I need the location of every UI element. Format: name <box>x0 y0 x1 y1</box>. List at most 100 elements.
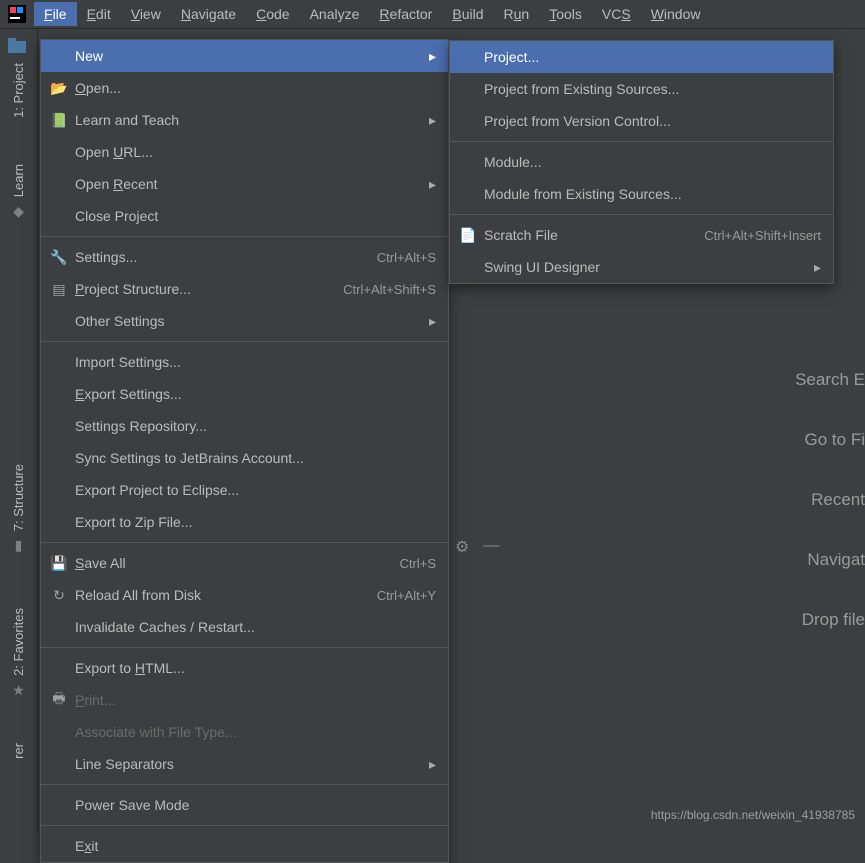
rail-tab-learn[interactable]: Learn ◆ <box>0 152 37 232</box>
menu-item-label: Other Settings <box>75 313 420 329</box>
menu-item-label: Export Project to Eclipse... <box>75 482 436 498</box>
menubar-code[interactable]: Code <box>246 2 299 26</box>
new-separator <box>450 214 833 215</box>
file-separator <box>41 825 448 826</box>
file-item-export-settings[interactable]: Export Settings... <box>41 378 448 410</box>
file-item-reload-all-from-disk[interactable]: ↻Reload All from DiskCtrl+Alt+Y <box>41 579 448 611</box>
new-submenu: Project... Project from Existing Sources.… <box>449 40 834 284</box>
menu-item-label: Sync Settings to JetBrains Account... <box>75 450 436 466</box>
rail-label: 2: Favorites <box>11 608 26 676</box>
file-item-sync-settings-to-jetbrains-account[interactable]: Sync Settings to JetBrains Account... <box>41 442 448 474</box>
rail-tab-project[interactable]: 1: Project <box>0 51 37 130</box>
file-item-export-project-to-eclipse[interactable]: Export Project to Eclipse... <box>41 474 448 506</box>
menu-item-label: Import Settings... <box>75 354 436 370</box>
menubar-window[interactable]: Window <box>641 2 711 26</box>
welcome-nav: Navigat <box>807 550 865 570</box>
file-separator <box>41 784 448 785</box>
file-menu: New▸📂Open...📗Learn and Teach▸Open URL...… <box>40 39 449 863</box>
chevron-right-icon: ▸ <box>805 259 821 276</box>
menubar-refactor[interactable]: Refactor <box>369 2 442 26</box>
file-item-learn-and-teach[interactable]: 📗 Learn and Teach▸ <box>41 104 448 136</box>
app-icon <box>8 5 26 23</box>
chevron-right-icon: ▸ <box>420 756 436 773</box>
editor-area: Search E Go to Fi Recent Navigat Drop fi… <box>449 280 865 832</box>
new-item-module[interactable]: Module... <box>450 146 833 178</box>
menu-item-label: Open URL... <box>75 144 436 160</box>
menubar-vcs[interactable]: VCS <box>592 2 641 26</box>
menu-item-label: Settings Repository... <box>75 418 436 434</box>
file-item-exit[interactable]: Exit <box>41 830 448 862</box>
file-item-close-project[interactable]: Close Project <box>41 200 448 232</box>
file-item-settings[interactable]: 🔧Settings...Ctrl+Alt+S <box>41 241 448 273</box>
file-item-export-to-html[interactable]: Export to HTML... <box>41 652 448 684</box>
menu-item-label: Module... <box>484 154 821 170</box>
shortcut-label: Ctrl+Alt+Shift+S <box>343 282 436 297</box>
minimize-icon[interactable]: — <box>483 537 499 557</box>
new-item-project[interactable]: Project... <box>450 41 833 73</box>
toolbar-small: ⚙ — <box>455 537 499 557</box>
welcome-goto: Go to Fi <box>805 430 865 450</box>
rail-label: 1: Project <box>11 63 26 118</box>
menu-item-icon: 🖶 <box>49 688 69 712</box>
chevron-right-icon: ▸ <box>420 48 436 65</box>
file-item-project-structure[interactable]: ▤Project Structure...Ctrl+Alt+Shift+S <box>41 273 448 305</box>
menubar-run[interactable]: Run <box>493 2 539 26</box>
menubar-file[interactable]: File <box>34 2 77 26</box>
menu-item-label: Scratch File <box>484 227 704 243</box>
learn-icon: ◆ <box>13 203 24 220</box>
left-rail: 1: Project Learn ◆ 7: Structure ▮ 2: Fav… <box>0 29 38 832</box>
menubar-analyze[interactable]: Analyze <box>300 2 370 26</box>
rail-tab-favorites[interactable]: 2: Favorites ★ <box>0 596 37 711</box>
menu-item-label: Project from Existing Sources... <box>484 81 821 97</box>
shortcut-label: Ctrl+Alt+Shift+Insert <box>704 228 821 243</box>
file-separator <box>41 542 448 543</box>
rail-tab-rer[interactable]: rer <box>0 731 37 771</box>
menu-item-label: Reload All from Disk <box>75 587 377 603</box>
file-item-import-settings[interactable]: Import Settings... <box>41 346 448 378</box>
menubar-navigate[interactable]: Navigate <box>171 2 246 26</box>
file-item-open-recent[interactable]: Open Recent▸ <box>41 168 448 200</box>
menu-item-label: Module from Existing Sources... <box>484 186 821 202</box>
file-item-power-save-mode[interactable]: Power Save Mode <box>41 789 448 821</box>
file-item-new[interactable]: New▸ <box>41 40 448 72</box>
chevron-right-icon: ▸ <box>420 112 436 129</box>
file-item-settings-repository[interactable]: Settings Repository... <box>41 410 448 442</box>
file-separator <box>41 647 448 648</box>
menubar-build[interactable]: Build <box>442 2 493 26</box>
new-item-project-from-version-control[interactable]: Project from Version Control... <box>450 105 833 137</box>
menu-item-icon: 📗 <box>49 112 69 129</box>
menu-item-label: Print... <box>75 692 436 708</box>
menu-item-label: Save All <box>75 555 400 571</box>
menu-item-label: Line Separators <box>75 756 420 772</box>
new-item-project-from-existing-sources[interactable]: Project from Existing Sources... <box>450 73 833 105</box>
file-item-export-to-zip-file[interactable]: Export to Zip File... <box>41 506 448 538</box>
menubar-tools[interactable]: Tools <box>539 2 592 26</box>
new-item-module-from-existing-sources[interactable]: Module from Existing Sources... <box>450 178 833 210</box>
new-item-swing-ui-designer[interactable]: Swing UI Designer▸ <box>450 251 833 283</box>
menu-item-label: Project Structure... <box>75 281 343 297</box>
new-item-scratch-file[interactable]: 📄Scratch FileCtrl+Alt+Shift+Insert <box>450 219 833 251</box>
file-item-invalidate-caches-restart[interactable]: Invalidate Caches / Restart... <box>41 611 448 643</box>
structure-icon: ▮ <box>15 537 23 554</box>
shortcut-label: Ctrl+Alt+S <box>377 250 436 265</box>
watermark: https://blog.csdn.net/weixin_41938785 <box>651 808 855 822</box>
menu-item-label: Learn and Teach <box>75 112 420 128</box>
file-item-open[interactable]: 📂Open... <box>41 72 448 104</box>
file-item-open-url[interactable]: Open URL... <box>41 136 448 168</box>
gear-icon[interactable]: ⚙ <box>455 537 469 557</box>
menu-item-label: Export Settings... <box>75 386 436 402</box>
rail-label: Learn <box>11 164 26 197</box>
shortcut-label: Ctrl+S <box>400 556 436 571</box>
rail-tab-structure[interactable]: 7: Structure ▮ <box>0 452 37 566</box>
menubar-view[interactable]: View <box>121 2 171 26</box>
file-item-line-separators[interactable]: Line Separators▸ <box>41 748 448 780</box>
menubar-edit[interactable]: Edit <box>77 2 121 26</box>
menu-item-icon: 🔧 <box>49 249 69 266</box>
menu-item-icon: ↻ <box>49 587 69 604</box>
file-item-save-all[interactable]: 💾Save AllCtrl+S <box>41 547 448 579</box>
file-separator <box>41 236 448 237</box>
file-item-other-settings[interactable]: Other Settings▸ <box>41 305 448 337</box>
menu-item-label: Open Recent <box>75 176 420 192</box>
file-item-associate-with-file-type: Associate with File Type... <box>41 716 448 748</box>
file-separator <box>41 341 448 342</box>
